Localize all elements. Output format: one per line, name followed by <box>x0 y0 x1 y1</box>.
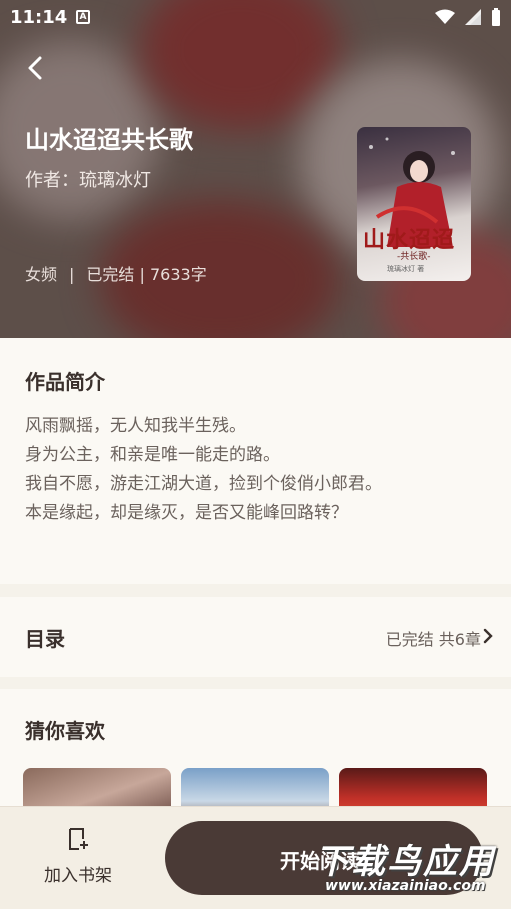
chevron-right-icon <box>483 628 493 644</box>
watermark-overlay: 下载鸟应用 www.xiazainiao.com <box>305 832 510 902</box>
book-category: 女频 <box>25 265 58 284</box>
recommend-heading: 猜你喜欢 <box>25 719 105 743</box>
toc-row[interactable]: 目录 已完结 共6章 <box>0 597 511 677</box>
watermark-text: 下载鸟应用 <box>315 842 495 882</box>
intro-section: 作品简介 风雨飘摇，无人知我半生残。 身为公主，和亲是唯一能走的路。 我自不愿，… <box>0 338 511 584</box>
toc-heading: 目录 <box>25 627 65 651</box>
add-to-shelf-button[interactable]: 加入书架 <box>28 827 128 886</box>
book-state-words: 已完结 | 7633字 <box>86 265 207 284</box>
intro-heading: 作品简介 <box>25 370 105 394</box>
intro-line: 风雨飘摇，无人知我半生残。 <box>25 416 246 436</box>
intro-line: 本是缘起，却是缘灭，是否又能峰回路转？ <box>25 503 348 523</box>
intro-description: 风雨飘摇，无人知我半生残。 身为公主，和亲是唯一能走的路。 我自不愿，游走江湖大… <box>25 412 382 528</box>
status-time: 11:14 <box>10 7 68 28</box>
book-meta: 女频 | 已完结 | 7633字 <box>25 261 207 285</box>
book-cover: 山水迢迢 -共长歌- 琉璃冰灯 著 <box>357 127 471 281</box>
battery-icon <box>492 8 500 26</box>
cover-subtitle: -共长歌- <box>397 252 431 262</box>
back-icon[interactable] <box>22 52 50 84</box>
book-title: 山水迢迢共长歌 <box>25 126 193 154</box>
intro-line: 身为公主，和亲是唯一能走的路。 <box>25 445 280 465</box>
intro-line: 我自不愿，游走江湖大道，捡到个俊俏小郎君。 <box>25 474 382 494</box>
meta-separator: | <box>69 265 75 284</box>
book-author: 作者：琉璃冰灯 <box>25 170 151 191</box>
cover-author: 琉璃冰灯 著 <box>387 265 425 273</box>
add-to-shelf-label: 加入书架 <box>44 866 112 886</box>
wifi-icon <box>435 9 455 24</box>
app-notification-icon: A <box>76 10 90 24</box>
watermark-url: www.xiazainiao.com <box>325 878 486 894</box>
toc-status: 已完结 共6章 <box>385 630 481 649</box>
signal-icon <box>465 9 481 25</box>
status-bar: 11:14 A <box>0 0 511 36</box>
add-shelf-icon <box>69 828 88 850</box>
